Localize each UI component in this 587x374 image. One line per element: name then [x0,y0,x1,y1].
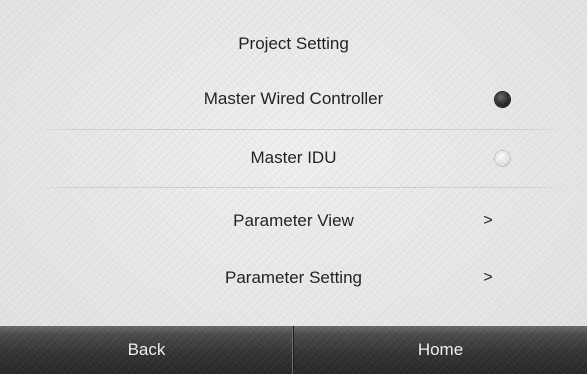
row-parameter-view[interactable]: Parameter View > [0,196,587,246]
row-master-idu[interactable]: Master IDU [0,133,587,183]
screen: Project Setting Master Wired Controller … [0,0,587,374]
back-button[interactable]: Back [0,326,294,374]
chevron-right-icon[interactable]: > [478,196,498,246]
radio-unselected-icon[interactable] [495,151,510,166]
chevron-right-icon[interactable]: > [478,253,498,303]
divider [28,187,573,188]
row-label: Parameter View [233,211,354,230]
bottom-bar: Back Home [0,326,587,374]
page-title: Project Setting [238,34,349,53]
row-label: Parameter Setting [224,268,362,287]
row-parameter-setting[interactable]: Parameter Setting > [0,253,587,303]
radio-selected-icon[interactable] [495,92,510,107]
divider [28,129,573,130]
row-master-wired-controller[interactable]: Master Wired Controller [0,74,587,124]
home-button[interactable]: Home [294,326,587,374]
